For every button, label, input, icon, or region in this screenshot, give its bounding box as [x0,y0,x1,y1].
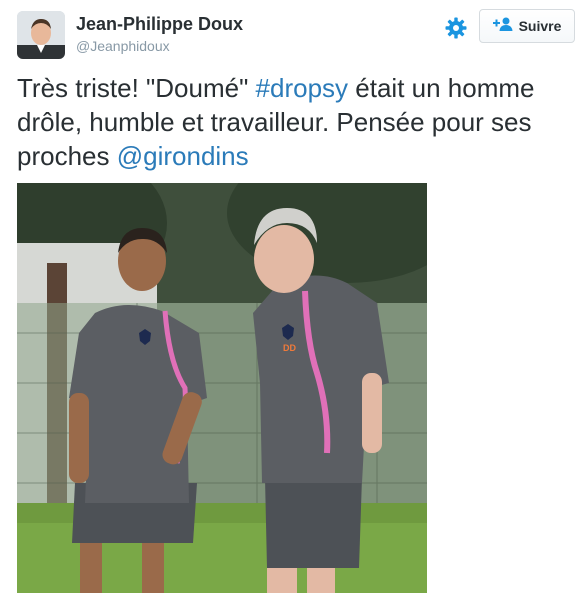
hashtag-link[interactable]: #dropsy [256,73,349,103]
gear-icon[interactable] [445,17,467,39]
follow-button[interactable]: Suivre [479,9,575,43]
tweet-card: Jean-Philippe Doux @Jeanphidoux Suivre T… [0,0,587,593]
user-handle[interactable]: @Jeanphidoux [76,38,170,54]
follow-button-label: Suivre [518,18,562,34]
tweet-photo[interactable]: DD [17,183,427,593]
tweet-text: Très triste! "Doumé" #dropsy était un ho… [17,71,577,173]
add-user-icon [492,17,513,36]
user-display-name[interactable]: Jean-Philippe Doux [76,14,243,35]
tweet-text-part-1: Très triste! "Doumé" [17,73,256,103]
avatar[interactable] [17,11,65,59]
mention-link[interactable]: @girondins [117,141,249,171]
photo-badge-text: DD [283,343,296,353]
